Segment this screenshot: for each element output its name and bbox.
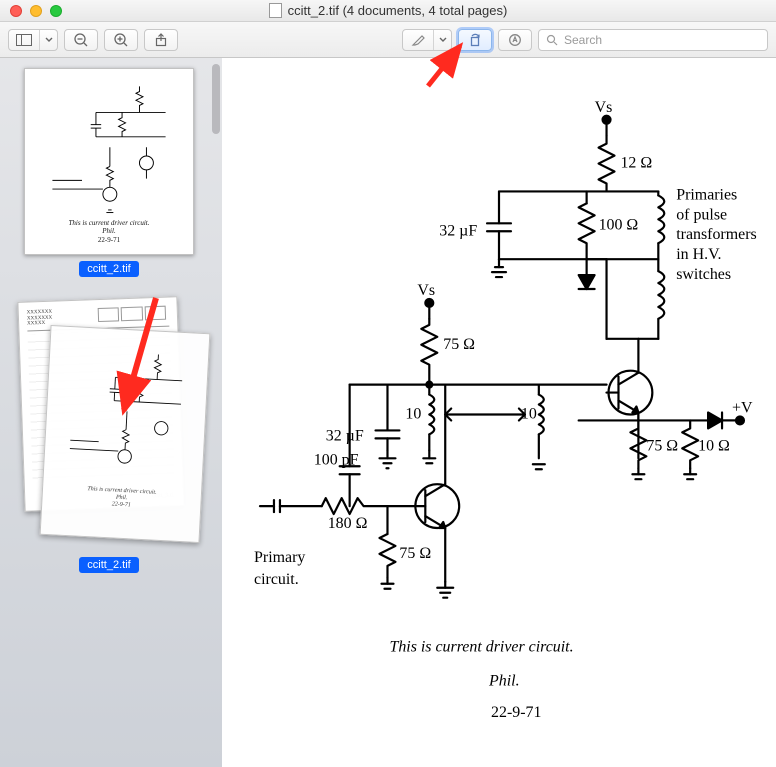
svg-text:Vs: Vs — [595, 99, 613, 116]
svg-text:180 Ω: 180 Ω — [328, 515, 368, 532]
svg-text:12 Ω: 12 Ω — [620, 155, 652, 172]
thumbnails-sidebar[interactable]: This is current driver circuit. Phil. 22… — [0, 58, 222, 767]
share-button[interactable] — [144, 29, 178, 51]
document-view[interactable]: Vs 12 Ω 32 µF 100 Ω — [222, 58, 776, 767]
search-icon — [546, 34, 558, 46]
svg-text:100 Ω: 100 Ω — [599, 216, 639, 233]
rotate-button[interactable] — [458, 29, 492, 51]
page-content: Vs 12 Ω 32 µF 100 Ω — [236, 64, 762, 761]
traffic-lights — [0, 5, 62, 17]
svg-text:This is current driver circuit: This is current driver circuit. — [389, 638, 573, 655]
toolbar: Search — [0, 22, 776, 58]
svg-text:transformers: transformers — [676, 226, 756, 243]
svg-text:22-9-71: 22-9-71 — [491, 704, 541, 721]
zoom-in-button[interactable] — [104, 29, 138, 51]
svg-text:in H.V.: in H.V. — [676, 246, 721, 263]
dragged-page: This is current driver circuit.Phil.22-9… — [40, 325, 211, 543]
svg-text:32 µF: 32 µF — [326, 427, 364, 444]
svg-text:75 Ω: 75 Ω — [646, 437, 678, 454]
window-title: ccitt_2.tif (4 documents, 4 total pages) — [288, 3, 508, 18]
svg-text:Primary: Primary — [254, 549, 305, 566]
window-titlebar: ccitt_2.tif (4 documents, 4 total pages) — [0, 0, 776, 22]
document-icon — [269, 3, 282, 18]
thumbnail-item[interactable]: XXXXXXXXXXXXXXXXXXX ccitt_3.ti — [21, 299, 197, 573]
highlight-menu[interactable] — [433, 30, 451, 50]
svg-text:Vs: Vs — [417, 282, 435, 299]
dragged-thumbnails: XXXXXXXXXXXXXXXXXXX ccitt_3.ti — [21, 299, 197, 555]
svg-text:Phil.: Phil. — [488, 672, 520, 689]
circuit-diagram: Vs 12 Ω 32 µF 100 Ω — [236, 64, 762, 761]
minimize-window-button[interactable] — [30, 5, 42, 17]
sidebar-scrollbar[interactable] — [212, 64, 220, 134]
highlight-group — [402, 29, 452, 51]
svg-text:75 Ω: 75 Ω — [443, 336, 475, 353]
search-field[interactable]: Search — [538, 29, 768, 51]
zoom-out-button[interactable] — [64, 29, 98, 51]
mini-circuit-sketch — [35, 79, 183, 219]
search-placeholder: Search — [564, 33, 602, 47]
markup-button[interactable] — [498, 29, 532, 51]
thumbnail-filename: ccitt_2.tif — [79, 557, 138, 573]
svg-text:100 pF: 100 pF — [314, 451, 359, 468]
workspace: This is current driver circuit. Phil. 22… — [0, 58, 776, 767]
svg-text:75 Ω: 75 Ω — [399, 545, 431, 562]
thumbnail-filename: ccitt_2.tif — [79, 261, 138, 277]
svg-text:32 µF: 32 µF — [439, 222, 477, 239]
close-window-button[interactable] — [10, 5, 22, 17]
svg-text:of pulse: of pulse — [676, 206, 727, 223]
view-sidebar-menu[interactable] — [39, 30, 57, 50]
zoom-window-button[interactable] — [50, 5, 62, 17]
page-thumbnail[interactable]: This is current driver circuit. Phil. 22… — [24, 68, 194, 255]
thumbnail-item[interactable]: This is current driver circuit. Phil. 22… — [24, 68, 194, 277]
svg-text:switches: switches — [676, 266, 731, 283]
svg-text:10: 10 — [405, 405, 421, 422]
svg-text:circuit.: circuit. — [254, 571, 299, 588]
highlight-button[interactable] — [403, 30, 433, 50]
sidebar-view-group — [8, 29, 58, 51]
svg-text:Primaries: Primaries — [676, 186, 737, 203]
svg-text:10 Ω: 10 Ω — [698, 437, 730, 454]
view-sidebar-button[interactable] — [9, 30, 39, 50]
svg-text:+V: +V — [732, 400, 753, 417]
